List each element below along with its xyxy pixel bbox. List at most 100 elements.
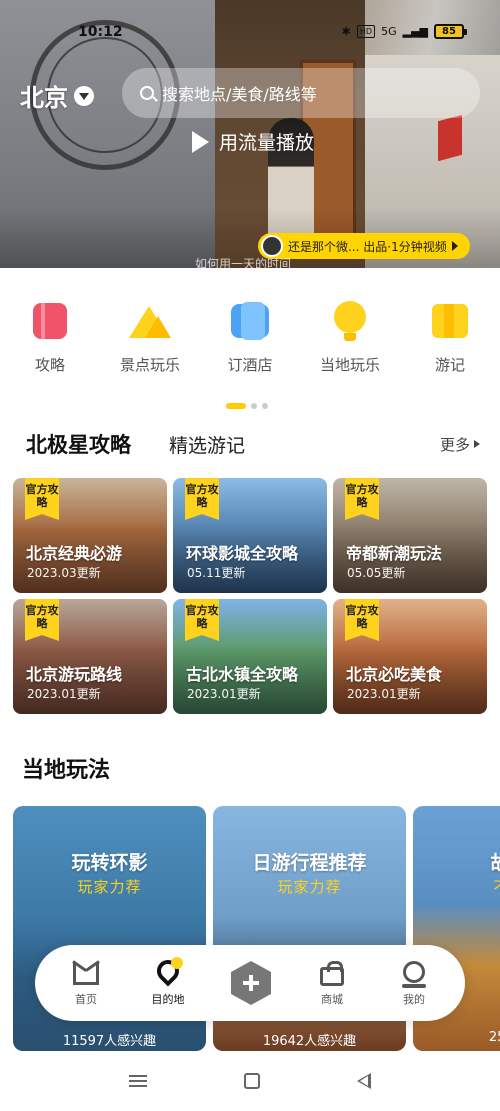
play-icon [192,130,209,153]
tab-featured-travelogue[interactable]: 精选游记 [169,431,245,458]
guide-card-title: 古北水镇全攻略 [186,665,299,684]
official-guide-badge: 官方攻略 [25,478,59,520]
tab-home[interactable]: 首页 [56,960,116,1007]
travel-map-icon [429,300,471,342]
page-indicator [226,403,268,409]
guide-card[interactable]: 官方攻略 北京游玩路线 2023.01更新 [13,599,167,714]
guide-card[interactable]: 官方攻略 环球影城全攻略 05.11更新 [173,478,327,593]
official-guide-badge: 官方攻略 [185,478,219,520]
local-card-subtitle: 不能 [413,876,500,897]
official-guide-badge: 官方攻略 [345,478,379,520]
category-label: 当地玩乐 [319,356,380,374]
bottom-tab-bar: 首页 目的地 商城 我的 [35,945,465,1021]
hd-badge: HD [356,25,376,38]
guide-tabs: 北极星攻略 精选游记 更多 [20,428,480,460]
bluetooth-icon: ✱ [341,25,351,38]
guide-card-date: 2023.01更新 [27,687,101,701]
network-label: 5G [381,25,397,38]
status-time: 10:12 [78,24,123,40]
category-label: 景点玩乐 [119,356,180,374]
guide-card-date: 2023.03更新 [27,566,101,580]
recent-apps-icon[interactable] [128,1075,147,1087]
local-card-count: 11597人感兴趣 [62,1034,157,1049]
category-row: 攻略 景点玩乐 订酒店 当地玩乐 游记 [0,300,500,375]
local-card-subtitle: 玩家力荐 [77,878,142,896]
tab-destination[interactable]: 目的地 [138,954,198,1007]
local-card-count: 25289 [488,1030,500,1045]
create-post-button[interactable] [220,961,280,1005]
guide-card-date: 05.11更新 [187,566,246,580]
tab-label: 目的地 [151,992,185,1006]
guide-card-title: 北京必吃美食 [346,665,443,684]
official-guide-badge: 官方攻略 [345,599,379,641]
city-name: 北京 [20,84,68,112]
category-label: 攻略 [34,356,65,374]
tab-label: 首页 [75,992,97,1006]
shopping-bag-icon [317,960,347,988]
chevron-right-icon [474,440,480,448]
search-icon [140,86,154,100]
signal-icon: ▂▄▆ [402,25,428,38]
search-placeholder: 搜索地点/美食/路线等 [162,85,317,104]
play-button[interactable]: 用流量播放 [192,128,314,155]
official-guide-badge: 官方攻略 [185,599,219,641]
category-hotel[interactable]: 订酒店 [200,300,300,375]
home-icon [71,960,101,988]
avatar [261,235,283,257]
guide-card-title: 帝都新潮玩法 [346,544,443,563]
battery-icon: 85 [434,24,467,39]
tab-label: 商城 [321,992,343,1006]
back-icon[interactable] [357,1073,372,1089]
category-travelogue[interactable]: 游记 [400,300,500,375]
city-selector[interactable]: 北京 [20,78,94,113]
guide-card-title: 北京游玩路线 [26,665,123,684]
category-label: 游记 [434,356,465,374]
home-square-icon[interactable] [243,1073,260,1089]
plus-icon [231,961,271,1005]
status-icons: ✱ HD 5G ▂▄▆ 85 [341,24,467,39]
guide-card-date: 2023.01更新 [187,687,261,701]
category-local-fun[interactable]: 当地玩乐 [300,300,400,375]
guide-card-title: 北京经典必游 [26,544,123,563]
more-label: 更多 [439,435,470,454]
profile-icon [399,960,429,988]
lightbulb-icon [329,300,371,342]
chevron-right-icon [451,241,458,251]
hero-banner[interactable]: 10:12 ✱ HD 5G ▂▄▆ 85 北京 搜索地点/美食/路线等 用流量播… [0,0,500,268]
page-dot-active [226,403,246,409]
tab-mall[interactable]: 商城 [302,960,362,1007]
guide-card-title: 环球影城全攻略 [186,544,299,563]
guide-card[interactable]: 官方攻略 帝都新潮玩法 05.05更新 [333,478,487,593]
guide-card-grid: 官方攻略 北京经典必游 2023.03更新 官方攻略 环球影城全攻略 05.11… [13,478,487,714]
hotel-icon [229,300,271,342]
location-pin-icon [152,954,184,988]
guide-card-date: 05.05更新 [347,566,406,580]
search-input[interactable]: 搜索地点/美食/路线等 [122,68,480,118]
page-dot [262,403,268,409]
hero-flag [438,114,462,162]
category-guide[interactable]: 攻略 [0,300,100,375]
guide-card[interactable]: 官方攻略 北京经典必游 2023.03更新 [13,478,167,593]
section-title-local-play: 当地玩法 [22,758,111,783]
category-attractions[interactable]: 景点玩乐 [100,300,200,375]
more-link[interactable]: 更多 [440,434,480,455]
guide-card[interactable]: 官方攻略 古北水镇全攻略 2023.01更新 [173,599,327,714]
guide-book-icon [29,300,71,342]
mountain-icon [129,300,171,342]
video-caption: 如何用一天的时间 [195,257,292,268]
category-label: 订酒店 [227,356,273,374]
local-card-title: 玩转环影 [71,852,148,874]
page-dot [251,403,257,409]
guide-card-date: 2023.01更新 [347,687,421,701]
local-card-title: 故宫 [490,852,500,874]
local-card-count: 19642人感兴趣 [262,1034,357,1049]
local-card-subtitle: 玩家力荐 [277,878,342,896]
chevron-down-icon [74,85,94,106]
play-label: 用流量播放 [219,132,315,154]
official-guide-badge: 官方攻略 [25,599,59,641]
tab-profile[interactable]: 我的 [384,960,444,1007]
tab-polaris-guide[interactable]: 北极星攻略 [20,429,137,459]
local-card-title: 日游行程推荐 [252,852,367,874]
guide-card[interactable]: 官方攻略 北京必吃美食 2023.01更新 [333,599,487,714]
author-text: 还是那个微... 出品·1分钟视频 [288,239,447,254]
